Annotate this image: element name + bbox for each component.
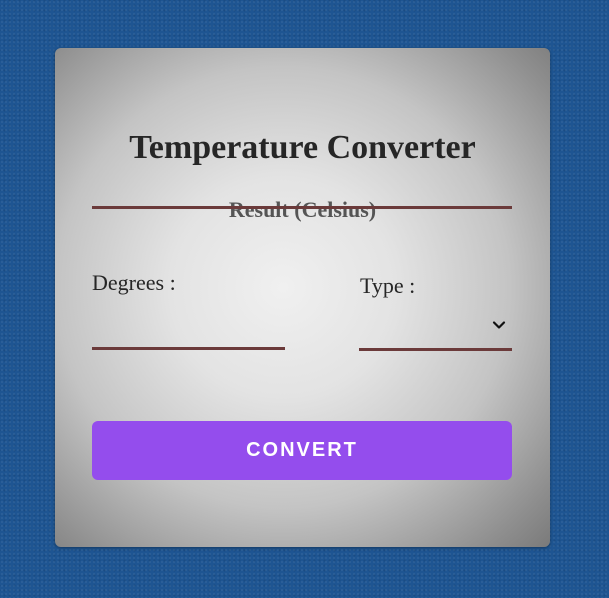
type-select[interactable] bbox=[359, 310, 512, 351]
chevron-down-icon bbox=[492, 321, 506, 329]
page-title: Temperature Converter bbox=[129, 129, 476, 166]
degrees-label: Degrees : bbox=[92, 270, 176, 295]
type-label: Type : bbox=[360, 273, 416, 298]
degrees-input[interactable] bbox=[92, 318, 285, 350]
convert-button[interactable]: CONVERT bbox=[92, 421, 512, 480]
result-label: Result (Celsius) bbox=[228, 197, 377, 222]
result-underline bbox=[92, 206, 512, 209]
